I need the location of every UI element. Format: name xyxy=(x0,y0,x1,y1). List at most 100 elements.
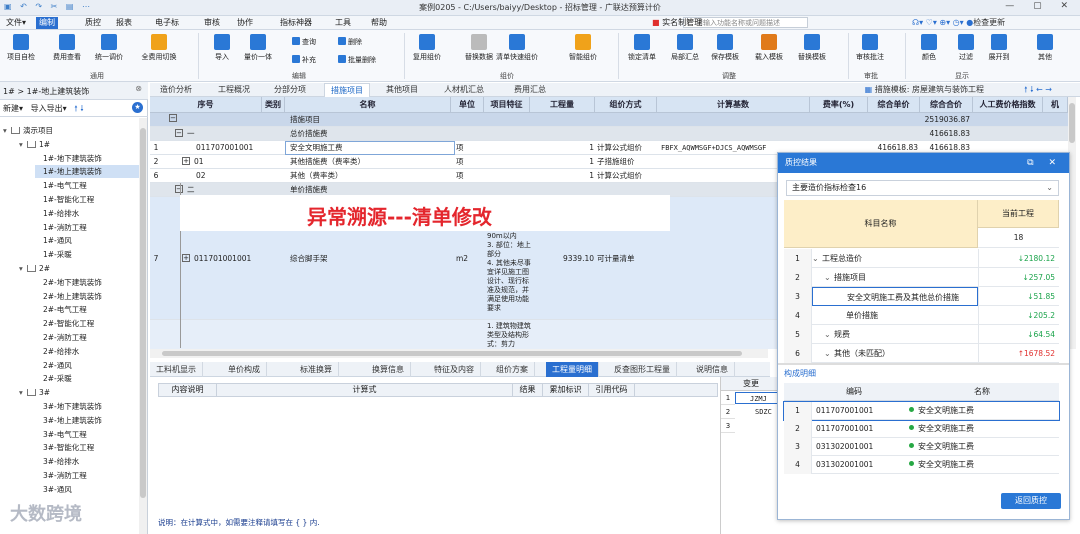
tree-item[interactable]: ▾ 1# xyxy=(19,138,50,151)
collapse-box-icon[interactable]: − xyxy=(169,114,177,122)
ribbon-button[interactable]: 清单快速组价 xyxy=(496,34,538,62)
collapse-box-icon[interactable]: − xyxy=(175,185,183,193)
ribbon-small-button[interactable]: 批量删除 xyxy=(338,55,376,65)
tree-item[interactable]: 2#-消防工程 xyxy=(35,331,87,344)
detail-tab-7[interactable]: 反查图形工程量 xyxy=(608,362,677,377)
ribbon-button[interactable]: 复用组价 xyxy=(406,34,448,62)
tree-item[interactable]: 2#-智能化工程 xyxy=(35,317,94,330)
chevron-down-icon[interactable]: ⌄ xyxy=(812,249,819,268)
tab-4[interactable]: 其他项目 xyxy=(380,83,424,97)
dialog-splitter[interactable] xyxy=(778,363,1069,365)
move-down-icon[interactable]: 🠗 xyxy=(80,104,83,113)
dialog-controls[interactable]: ⧉ ✕ xyxy=(1027,153,1062,173)
qc-check-select[interactable]: 主要造价指标检查16 ⌄ xyxy=(786,180,1059,196)
expand-arrow-icon[interactable]: ▾ xyxy=(3,124,11,137)
ribbon-small-button[interactable]: 删除 xyxy=(338,37,362,47)
menu-item[interactable]: 工具 xyxy=(332,17,354,29)
tree-item[interactable]: 3#-给排水 xyxy=(35,455,79,468)
tree-item[interactable]: 2#-电气工程 xyxy=(35,303,87,316)
menu-item[interactable]: 报表 xyxy=(113,17,135,29)
tree-item[interactable]: 1#-地上建筑装饰 xyxy=(35,165,139,179)
qc-row[interactable]: 2 ⌄ 措施项目 ↓257.05 xyxy=(784,268,1059,287)
new-button[interactable]: 新建▾ xyxy=(3,104,23,113)
menu-item[interactable]: 电子标 xyxy=(152,17,182,29)
menu-item[interactable]: 指标神器 xyxy=(277,17,315,29)
tree-item[interactable]: 1#-电气工程 xyxy=(35,179,87,192)
tree-item[interactable]: 1#-智能化工程 xyxy=(35,193,94,206)
tree-item[interactable]: 1#-地下建筑装饰 xyxy=(35,152,102,165)
tree-item[interactable]: 3#-地上建筑装饰 xyxy=(35,414,102,427)
tree-item[interactable]: 2#-地上建筑装饰 xyxy=(35,290,102,303)
ribbon-button[interactable]: 统一调价 xyxy=(88,34,130,62)
tree-item[interactable]: 3#-通风 xyxy=(35,483,72,496)
detail-tab-0[interactable]: 工料机显示 xyxy=(150,362,203,377)
back-to-qc-button[interactable]: 返回质控 xyxy=(1001,493,1061,509)
ribbon-button[interactable]: 局部汇总 xyxy=(664,34,706,62)
qc-row[interactable]: 3 安全文明施工费及其他总价措施 ↓51.85 xyxy=(784,287,1059,306)
expand-box-icon[interactable]: + xyxy=(182,253,190,262)
expand-box-icon[interactable]: + xyxy=(182,157,190,165)
composition-row[interactable]: 4 031302001001 安全文明施工费 xyxy=(784,456,1059,474)
detail-tab-5[interactable]: 组价方案 xyxy=(490,362,535,377)
grid-row[interactable]: − 一 总价措施费 416618.83 xyxy=(150,127,1068,141)
composition-row[interactable]: 2 011707001001 安全文明施工费 xyxy=(784,420,1059,438)
detail-tab-2[interactable]: 标准换算 xyxy=(294,362,339,377)
collapse-box-icon[interactable]: − xyxy=(175,129,183,137)
settings-icon[interactable]: ★ xyxy=(132,102,143,113)
menu-item[interactable]: 协作 xyxy=(234,17,256,29)
ribbon-button[interactable]: 展开到 xyxy=(978,34,1020,62)
tree-item[interactable]: 2#-给排水 xyxy=(35,345,79,358)
tree-item[interactable]: ▾ 2# xyxy=(19,262,50,275)
ribbon-small-button[interactable]: 补充 xyxy=(292,55,316,65)
detail-tab-6[interactable]: 工程量明细 xyxy=(546,362,599,377)
ribbon-button[interactable]: 其他 xyxy=(1024,34,1066,62)
tab-5[interactable]: 人材机汇总 xyxy=(438,83,490,97)
tab-3[interactable]: 措施项目 xyxy=(324,83,370,97)
qc-row[interactable]: 6 ⌄ 其他（未匹配） ↑1678.52 xyxy=(784,344,1059,363)
tree-item[interactable]: 2#-地下建筑装饰 xyxy=(35,276,102,289)
ribbon-small-button[interactable]: 查询 xyxy=(292,37,316,47)
menu-item[interactable]: 审核 xyxy=(201,17,223,29)
collapse-icon[interactable]: ⊗ xyxy=(135,84,142,93)
ribbon-button[interactable]: 替换数据 xyxy=(458,34,500,62)
tree-item[interactable]: 3#-智能化工程 xyxy=(35,441,94,454)
ribbon-button[interactable]: 载入模板 xyxy=(748,34,790,62)
composition-row[interactable]: 3 031302001001 安全文明施工费 xyxy=(784,438,1059,456)
qc-row[interactable]: 4 单价措施 ↓205.2 xyxy=(784,306,1059,325)
tree-scrollbar[interactable] xyxy=(139,118,147,534)
tree-item[interactable]: 1#-给排水 xyxy=(35,207,79,220)
tree-item[interactable]: 1#-消防工程 xyxy=(35,221,87,234)
tree-item[interactable]: 2#-采暖 xyxy=(35,372,72,385)
menu-item[interactable]: 文件▾ xyxy=(3,17,29,29)
grid-hscrollbar[interactable] xyxy=(150,349,768,358)
ribbon-button[interactable]: 保存模板 xyxy=(704,34,746,62)
expand-arrow-icon[interactable]: ▾ xyxy=(19,138,27,151)
chevron-down-icon[interactable]: ⌄ xyxy=(824,268,831,287)
ribbon-button[interactable]: 锁定清单 xyxy=(621,34,663,62)
detail-tab-4[interactable]: 特征及内容 xyxy=(428,362,481,377)
tree-item[interactable]: 1#-通风 xyxy=(35,234,72,247)
expand-arrow-icon[interactable]: ▾ xyxy=(19,262,27,275)
move-up-icon[interactable]: 🠕 xyxy=(69,104,77,113)
tab-1[interactable]: 工程概况 xyxy=(212,83,256,97)
ribbon-button[interactable]: 审核批注 xyxy=(849,34,891,62)
tree-item[interactable]: ▾ 3# xyxy=(19,386,50,399)
variable-cell[interactable]: SDZC xyxy=(735,405,779,419)
tree-item[interactable]: 3#-地下建筑装饰 xyxy=(35,400,102,413)
ribbon-button[interactable]: 全费用切换 xyxy=(138,34,180,62)
tree-item[interactable]: ▾ 演示项目 xyxy=(3,124,53,137)
realname-button[interactable]: ■ 实名制管理 xyxy=(652,17,702,28)
ribbon-button[interactable]: 费用查看 xyxy=(46,34,88,62)
nav-arrows[interactable]: 🠕 🠗 ← → xyxy=(1024,84,1052,98)
tree-item[interactable]: 2#-通风 xyxy=(35,359,72,372)
grid-row[interactable]: − 措施项目 2519036.87 xyxy=(150,113,1068,127)
top-right-icons[interactable]: ☊▾ ♡▾ ⊕▾ ◷▾ ●检查更新 xyxy=(912,16,1005,30)
ribbon-button[interactable]: 颜色 xyxy=(908,34,950,62)
expand-arrow-icon[interactable]: ▾ xyxy=(19,386,27,399)
qc-row[interactable]: 1 ⌄ 工程总造价 ↓2180.12 xyxy=(784,249,1059,268)
ribbon-button[interactable]: 量价一体 xyxy=(237,34,279,62)
composition-row[interactable]: 1 011707001001 安全文明施工费 xyxy=(783,401,1060,421)
window-controls[interactable]: — ▢ ✕ xyxy=(1005,1,1076,11)
measure-template-label[interactable]: ▦ 措施模板: 房屋建筑与装饰工程 xyxy=(865,83,984,97)
import-export-button[interactable]: 导入导出▾ xyxy=(31,104,67,113)
